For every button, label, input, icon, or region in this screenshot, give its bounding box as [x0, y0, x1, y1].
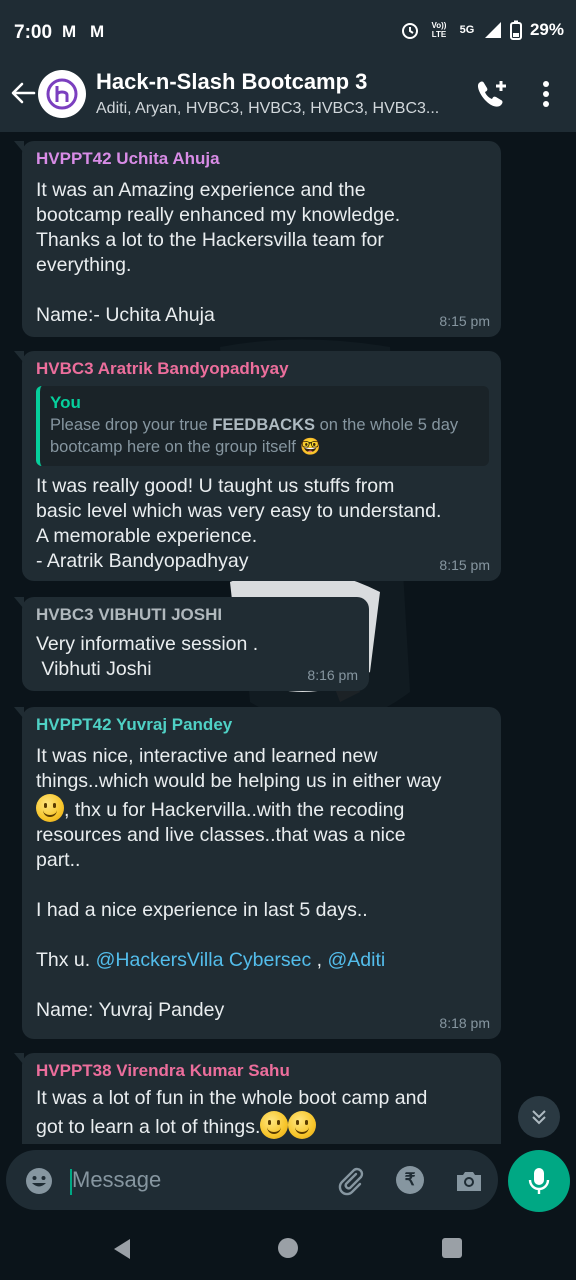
quoted-message[interactable]: You Please drop your true FEEDBACKS on t… [36, 386, 489, 466]
message-text: It was nice, interactive and learned new… [36, 745, 442, 871]
mention-link[interactable]: @HackersVilla Cybersec [96, 949, 312, 971]
attach-icon[interactable] [336, 1166, 366, 1196]
volte-icon: Vo)) LTE [431, 21, 447, 39]
hackersvilla-logo [46, 78, 78, 110]
chat-header: Hack-n-Slash Bootcamp 3 Aditi, Aryan, HV… [0, 64, 576, 132]
scroll-down-icon [532, 1110, 546, 1125]
message-sender[interactable]: HVPPT42 Uchita Ahuja [36, 148, 489, 170]
chat-area[interactable]: HVPPT42 Uchita Ahuja It was an Amazing e… [0, 132, 576, 1144]
message-sender[interactable]: HVBC3 VIBHUTI JOSHI [36, 604, 357, 626]
message-composer[interactable]: ₹ [6, 1150, 498, 1210]
message-sender[interactable]: HVPPT42 Yuvraj Pandey [36, 714, 489, 736]
group-avatar[interactable] [38, 70, 86, 118]
compose-bar: ₹ [0, 1144, 576, 1216]
more-options-icon[interactable] [534, 78, 558, 110]
message-text: It was really good! U taught us stuffs f… [36, 475, 442, 572]
gmail-notification-icon: M [62, 22, 77, 41]
clock: 7:00 [14, 22, 53, 43]
battery-icon [509, 20, 522, 40]
chat-title[interactable]: Hack-n-Slash Bootcamp 3 [96, 69, 367, 95]
system-icons: Vo)) LTE 5G 29% [400, 20, 564, 40]
message-time: 8:18 pm [439, 1015, 490, 1031]
message-sender[interactable]: HVPPT38 Virendra Kumar Sahu [36, 1060, 489, 1082]
emoji-icon[interactable] [24, 1166, 54, 1196]
message-bubble[interactable]: HVPPT38 Virendra Kumar Sahu It was a lot… [14, 1053, 501, 1144]
message-time: 8:16 pm [307, 667, 358, 683]
nav-recents-icon[interactable] [442, 1238, 462, 1258]
gmail-notification-icon: M [90, 22, 105, 41]
message-input[interactable] [72, 1162, 322, 1198]
message-bubble[interactable]: HVPPT42 Yuvraj Pandey It was nice, inter… [14, 707, 501, 1039]
message-bubble[interactable]: HVBC3 VIBHUTI JOSHI Very informative ses… [14, 597, 369, 691]
message-bubble[interactable]: HVPPT42 Uchita Ahuja It was an Amazing e… [14, 141, 501, 337]
quoted-sender: You [50, 393, 81, 412]
signal-icon [484, 22, 501, 38]
message-sender[interactable]: HVBC3 Aratrik Bandyopadhyay [36, 358, 489, 380]
rupee-icon[interactable]: ₹ [396, 1166, 424, 1194]
quoted-text: Please drop your true FEEDBACKS on the w… [50, 416, 459, 456]
alarm-icon [401, 23, 418, 39]
message-text: It was a lot of fun in the whole boot ca… [36, 1087, 428, 1139]
message-time: 8:15 pm [439, 313, 490, 329]
nav-back-icon[interactable] [112, 1238, 132, 1260]
voice-message-button[interactable] [508, 1150, 570, 1212]
chat-members[interactable]: Aditi, Aryan, HVBC3, HVBC3, HVBC3, HVBC3… [96, 100, 466, 118]
camera-icon[interactable] [454, 1166, 484, 1196]
message-text: Name: Yuvraj Pandey [36, 999, 225, 1021]
mention-link[interactable]: @Aditi [327, 949, 385, 971]
mic-icon [528, 1168, 550, 1194]
system-nav-bar [0, 1216, 576, 1280]
add-call-icon[interactable] [474, 78, 508, 110]
status-bar: 7:00 M M Vo)) LTE 5G 29% [0, 0, 576, 64]
message-text: Thx u. @HackersVilla Cybersec , @Aditi [36, 949, 386, 971]
message-bubble[interactable]: HVBC3 Aratrik Bandyopadhyay You Please d… [14, 351, 501, 581]
smiley-emoji-icon [36, 794, 64, 822]
scroll-down-button[interactable] [518, 1096, 560, 1138]
back-arrow-icon[interactable] [8, 78, 38, 108]
nav-home-icon[interactable] [278, 1238, 298, 1258]
smiley-emoji-icon [288, 1111, 317, 1139]
battery-percent: 29% [529, 20, 564, 39]
message-text: I had a nice experience in last 5 days.. [36, 899, 368, 921]
smiley-emoji-icon [260, 1111, 289, 1139]
message-time: 8:15 pm [439, 557, 490, 573]
message-text: It was an Amazing experience and the boo… [36, 179, 401, 326]
network-type: 5G [459, 23, 475, 36]
